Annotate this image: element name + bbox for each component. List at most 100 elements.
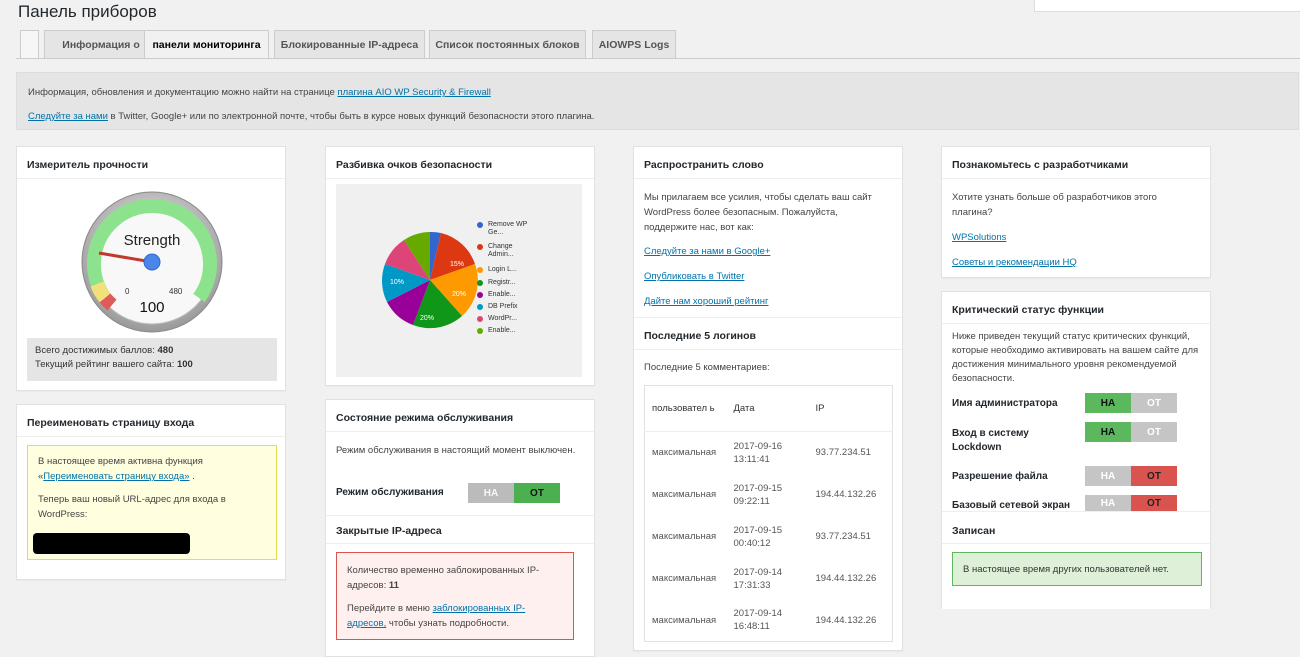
cell-date: 2017-09-14 17:31:33 <box>733 566 783 591</box>
login-lockdown-toggle[interactable]: НА ОТ <box>1085 422 1177 442</box>
tab-permanent-blocks[interactable]: Список постоянных блоков <box>429 30 586 58</box>
panel-divider <box>326 543 594 544</box>
maintenance-label: Режим обслуживания <box>336 487 444 498</box>
toggle-on[interactable]: НА <box>1085 393 1131 413</box>
panel-divider <box>326 515 594 516</box>
developers-panel: Познакомьтесь с разработчиками Хотите уз… <box>941 146 1211 278</box>
legend-item: Enable... <box>477 291 516 299</box>
panel-title: Переименовать страницу входа <box>17 405 285 437</box>
feature-file-perm-label: Разрешение файла <box>952 471 1048 482</box>
tab-divider <box>16 58 1300 59</box>
locked-ips-title: Закрытые IP-адреса <box>336 525 442 537</box>
legend-swatch <box>477 280 483 286</box>
plugin-link[interactable]: плагина AIO WP Security & Firewall <box>337 87 490 98</box>
tab-dashboard[interactable]: панели мониторинга <box>144 30 269 59</box>
panel-divider <box>634 317 902 318</box>
panel-divider <box>942 543 1210 544</box>
legend-swatch <box>477 222 483 228</box>
toggle-off[interactable]: ОТ <box>1131 393 1177 413</box>
legend-item: DB Prefix <box>477 303 518 311</box>
info-box: Информация, обновления и документацию мо… <box>16 72 1299 130</box>
panel-title: Измеритель прочности <box>17 147 285 179</box>
toggle-on[interactable]: НА <box>1085 466 1131 486</box>
max-points-value: 480 <box>157 345 174 356</box>
locked-count-line: Количество временно заблокированных IP-а… <box>347 563 563 593</box>
tab-blocked-ips[interactable]: Блокированные IP-адреса <box>274 30 425 58</box>
table-row: максимальная 2017-09-15 00:40:12 93.77.234… <box>645 516 893 558</box>
toggle-on[interactable]: НА <box>468 483 514 503</box>
wpsolutions-link[interactable]: WPSolutions <box>952 230 1200 245</box>
legend-swatch <box>477 316 483 322</box>
screen-options-area[interactable] <box>1034 0 1300 12</box>
col-date: Дата <box>726 385 809 432</box>
info-line-1: Информация, обновления и документацию мо… <box>28 87 491 98</box>
cell-date: 2017-09-14 16:48:11 <box>733 608 783 633</box>
cell-user: максимальная <box>652 489 717 500</box>
legend-item: Remove WP Ge... <box>477 221 538 237</box>
toggle-off[interactable]: ОТ <box>514 483 560 503</box>
legend-label: Enable... <box>488 291 516 298</box>
new-url-text: Теперь ваш новый URL-адрес для входа в W… <box>38 494 226 520</box>
panel-title: Познакомьтесь с разработчиками <box>942 147 1210 179</box>
legend-label: Enable... <box>488 327 516 334</box>
cell-date: 2017-09-15 09:22:11 <box>733 482 783 507</box>
tips-hq-link[interactable]: Советы и рекомендации HQ <box>952 255 1200 270</box>
locked-count-label: Количество временно заблокированных IP-а… <box>347 565 540 591</box>
cell-ip: 93.77.234.51 <box>815 447 871 459</box>
toggle-off[interactable]: ОТ <box>1131 495 1177 511</box>
cell-ip: 194.44.132.26 <box>815 489 877 500</box>
toggle-on[interactable]: НА <box>1085 495 1131 511</box>
admin-username-toggle[interactable]: НА ОТ <box>1085 393 1177 413</box>
panel-title: Состояние режима обслуживания <box>326 400 594 432</box>
legend-label: Registr... <box>488 279 516 286</box>
legend-swatch <box>477 244 483 250</box>
legend-swatch <box>477 328 483 334</box>
google-plus-link[interactable]: Следуйте за нами в Google+ <box>644 244 892 259</box>
legend-swatch <box>477 267 483 273</box>
spread-panel: Распространить слово Мы прилагаем все ус… <box>633 146 903 651</box>
toggle-off[interactable]: ОТ <box>1131 466 1177 486</box>
rating-link[interactable]: Дайте нам хороший рейтинг <box>644 294 892 309</box>
table-row: максимальная 2017-09-14 17:31:33 194.44.13… <box>645 558 893 600</box>
gauge-max: 480 <box>169 287 183 296</box>
panel-title: Распространить слово <box>634 147 902 179</box>
legend-item: Change Admin... <box>477 243 538 259</box>
maintenance-toggle[interactable]: НА ОТ <box>468 483 560 503</box>
score-summary: Всего достижимых баллов: 480 Текущий рей… <box>27 338 277 381</box>
table-row: максимальная 2017-09-14 16:48:11 194.44.13… <box>645 600 893 642</box>
pie-label: 20% <box>420 315 434 322</box>
current-score-value: 100 <box>176 359 193 370</box>
gauge-min: 0 <box>125 287 130 296</box>
cell-user: максимальная <box>652 531 717 542</box>
developers-text: Хотите узнать больше об разработчиков эт… <box>952 192 1157 218</box>
col-user: пользовател ь <box>644 385 727 432</box>
toggle-off[interactable]: ОТ <box>1131 422 1177 442</box>
legend-label: Remove WP Ge... <box>488 221 528 236</box>
panel-title: Критический статус функции <box>942 292 1210 324</box>
tab-info[interactable]: Информация о <box>44 30 158 58</box>
tab-blank[interactable] <box>20 30 39 58</box>
follow-us-link[interactable]: Следуйте за нами <box>28 111 108 122</box>
logins-subtitle: Последние 5 комментариев: <box>644 362 770 373</box>
rename-login-link[interactable]: Переименовать страницу входа» <box>43 471 189 482</box>
panel-title: Разбивка очков безопасности <box>326 147 594 179</box>
strength-panel: Измеритель прочности Strength 0 480 100 … <box>16 146 286 391</box>
toggle-on[interactable]: НА <box>1085 422 1131 442</box>
basic-firewall-toggle[interactable]: НА ОТ <box>1085 495 1177 511</box>
max-points-line: Всего достижимых баллов: 480 <box>35 344 269 358</box>
pie-label: 20% <box>452 291 466 298</box>
cell-user: максимальная <box>652 614 717 626</box>
cell-date: 2017-09-16 13:11:41 <box>733 440 783 465</box>
file-permission-toggle[interactable]: НА ОТ <box>1085 466 1177 486</box>
max-points-label: Всего достижимых баллов: <box>35 345 155 356</box>
legend-item: Enable... <box>477 327 516 335</box>
info-text-2: в Twitter, Google+ или по электронной по… <box>110 111 595 122</box>
twitter-link[interactable]: Опубликовать в Twitter <box>644 269 892 284</box>
locked-count-value: 11 <box>388 580 399 591</box>
logged-in-title: Записан <box>952 525 996 537</box>
maintenance-panel: Состояние режима обслуживания Режим обсл… <box>325 399 595 657</box>
info-line-2: Следуйте за нами в Twitter, Google+ или … <box>28 111 594 122</box>
spread-text: Мы прилагаем все усилия, чтобы сделать в… <box>644 192 872 233</box>
tab-aiowps-logs[interactable]: AIOWPS Logs <box>592 30 676 58</box>
rename-login-panel: Переименовать страницу входа В настоящее… <box>16 404 286 580</box>
